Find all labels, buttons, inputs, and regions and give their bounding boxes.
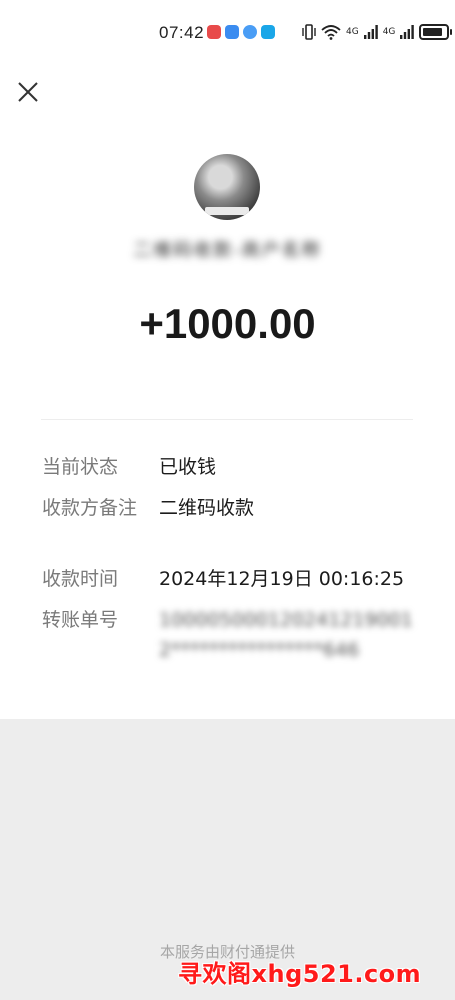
- wifi-icon: [321, 25, 341, 40]
- amount: +1000.00: [139, 300, 316, 347]
- detail-value: 已收钱: [159, 456, 217, 478]
- watermark: 寻欢阁xhg521.com: [178, 960, 422, 988]
- signal-icon-2: [400, 25, 415, 39]
- notification-icons: [207, 25, 275, 39]
- close-button[interactable]: [12, 76, 44, 108]
- vibrate-icon: [302, 24, 316, 40]
- signal-icon-1: [363, 25, 378, 39]
- search-app-icon: [261, 25, 275, 39]
- detail-label: 当前状态: [42, 456, 119, 478]
- detail-value: 2024年12月19日 00:16:25: [159, 568, 405, 590]
- detail-label: 收款方备注: [42, 497, 138, 519]
- browser-icon: [243, 25, 257, 39]
- divider: [41, 419, 413, 420]
- close-icon: [18, 82, 38, 102]
- nav-bar: [0, 66, 455, 123]
- detail-label: 收款时间: [42, 568, 119, 590]
- signal-4g-label-1: 4G: [346, 27, 359, 37]
- status-bar: 07:42 4G 4G: [0, 0, 455, 66]
- status-time: 07:42: [159, 23, 205, 42]
- blue-app-icon: [225, 25, 239, 39]
- signal-4g-label-2: 4G: [382, 27, 396, 37]
- avatar-tag: [205, 207, 249, 215]
- battery-icon: [419, 24, 453, 40]
- transfer-id-value[interactable]: 1000050001202412190012****************64…: [159, 605, 419, 665]
- avatar[interactable]: [194, 154, 260, 220]
- red-app-icon: [207, 25, 221, 39]
- system-icons: 4G 4G: [302, 24, 453, 40]
- detail-label: 转账单号: [42, 609, 119, 631]
- transaction-card: 二维码收款-商户名称 +1000.00 当前状态 已收钱 收款方备注 二维码收款…: [0, 122, 455, 719]
- merchant-name: 二维码收款-商户名称: [133, 240, 322, 261]
- detail-value: 二维码收款: [159, 497, 255, 519]
